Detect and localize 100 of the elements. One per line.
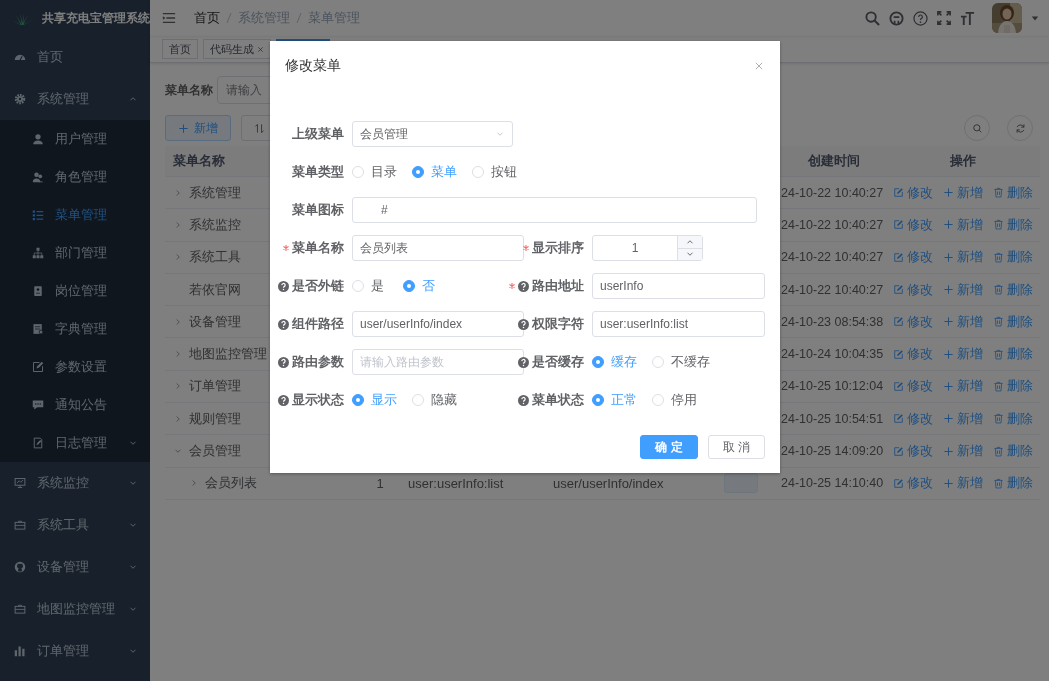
bar-chart-icon bbox=[14, 645, 26, 657]
row-action-link[interactable]: 修改 bbox=[893, 312, 933, 331]
radio-option[interactable]: 停用 bbox=[652, 391, 697, 409]
radio-option[interactable]: 隐藏 bbox=[412, 391, 457, 409]
edit-icon bbox=[893, 413, 904, 425]
table-cell: 24-10-25 14:09:20 bbox=[781, 444, 884, 458]
row-action-link[interactable]: 修改 bbox=[893, 215, 933, 234]
menu-icon bbox=[162, 11, 176, 25]
page-tab[interactable]: 代码生成 bbox=[203, 39, 271, 59]
row-action-link[interactable]: 修改 bbox=[893, 280, 933, 299]
row-action-link[interactable]: 删除 bbox=[993, 474, 1033, 493]
row-action-link[interactable]: 新增 bbox=[943, 345, 983, 364]
input-field[interactable]: 请输入路由参数 bbox=[352, 349, 524, 375]
sidebar-item[interactable]: 订单管理 bbox=[0, 630, 150, 672]
table-cell: 24-10-22 10:40:27 bbox=[781, 250, 884, 265]
sidebar-item[interactable]: 日志管理 bbox=[0, 424, 150, 462]
row-action-link[interactable]: 新增 bbox=[943, 409, 983, 428]
sidebar-item[interactable]: 角色管理 bbox=[0, 158, 150, 196]
field-label: 菜单图标 bbox=[292, 201, 344, 219]
radio-option[interactable]: 显示 bbox=[352, 391, 397, 409]
table-cell: user/userInfo/index bbox=[553, 475, 664, 491]
edit-icon bbox=[893, 348, 904, 360]
help-icon bbox=[278, 280, 289, 292]
field-label: 是否外链 bbox=[292, 277, 344, 295]
parent-menu-select[interactable]: 会员管理 bbox=[352, 121, 513, 147]
row-action-link[interactable]: 删除 bbox=[993, 248, 1033, 267]
sidebar-item[interactable]: 字典管理 bbox=[0, 310, 150, 348]
radio-option[interactable]: 正常 bbox=[592, 391, 637, 409]
radio-option[interactable]: 按钮 bbox=[472, 163, 517, 181]
row-action-link[interactable]: 修改 bbox=[893, 409, 933, 428]
plus-icon bbox=[943, 316, 954, 328]
row-action-link[interactable]: 删除 bbox=[993, 377, 1033, 396]
sidebar-item[interactable]: 系统管理 bbox=[0, 78, 150, 120]
number-input[interactable]: 1 bbox=[592, 235, 703, 261]
table-cell: 24-10-22 10:40:27 bbox=[781, 282, 884, 297]
note-icon bbox=[32, 437, 44, 449]
sidebar-item[interactable]: 岗位管理 bbox=[0, 272, 150, 310]
field-label: 路由地址 bbox=[532, 277, 584, 295]
sidebar-item[interactable]: 系统工具 bbox=[0, 504, 150, 546]
radio-option[interactable]: 缓存 bbox=[592, 353, 637, 371]
radio-option[interactable]: 否 bbox=[403, 277, 439, 295]
row-action-link[interactable]: 新增 bbox=[943, 248, 983, 267]
row-action-link[interactable]: 删除 bbox=[993, 312, 1033, 331]
row-action-link[interactable]: 新增 bbox=[943, 312, 983, 331]
row-action-link[interactable]: 修改 bbox=[893, 248, 933, 267]
row-action-link[interactable]: 修改 bbox=[893, 377, 933, 396]
input-field[interactable]: # bbox=[352, 197, 757, 223]
add-button[interactable]: 新增 bbox=[165, 115, 231, 141]
row-action-link[interactable]: 修改 bbox=[893, 442, 933, 460]
sidebar-item[interactable]: 系统监控 bbox=[0, 462, 150, 504]
cancel-button[interactable]: 取 消 bbox=[707, 435, 765, 459]
sidebar-item[interactable]: 首页 bbox=[0, 36, 150, 78]
row-action-link[interactable]: 新增 bbox=[943, 474, 983, 493]
radio-option[interactable]: 菜单 bbox=[412, 163, 457, 181]
row-action-link[interactable]: 新增 bbox=[943, 215, 983, 234]
edit-icon bbox=[893, 251, 904, 263]
sidebar-item[interactable]: 设备管理 bbox=[0, 546, 150, 588]
radio-option[interactable]: 是 bbox=[352, 277, 388, 295]
table-cell: 系统管理 bbox=[189, 183, 241, 202]
sidebar-item[interactable]: 用户管理 bbox=[0, 120, 150, 158]
row-action-link[interactable]: 新增 bbox=[943, 183, 983, 202]
table-cell: user:userInfo:list bbox=[408, 475, 504, 491]
sidebar-item[interactable]: 通知公告 bbox=[0, 386, 150, 424]
row-action-link[interactable]: 新增 bbox=[943, 442, 983, 460]
edit-icon bbox=[893, 445, 904, 457]
input-field[interactable]: userInfo bbox=[592, 273, 765, 299]
trash-icon bbox=[993, 380, 1004, 392]
row-action-link[interactable]: 修改 bbox=[893, 474, 933, 493]
row-action-link[interactable]: 新增 bbox=[943, 377, 983, 396]
row-action-link[interactable]: 新增 bbox=[943, 280, 983, 299]
sidebar-item[interactable]: 部门管理 bbox=[0, 234, 150, 272]
row-action-link[interactable]: 删除 bbox=[993, 280, 1033, 299]
edit-icon bbox=[893, 477, 904, 489]
help-icon bbox=[518, 356, 529, 368]
radio-option[interactable]: 目录 bbox=[352, 163, 397, 181]
sidebar-item[interactable]: 菜单管理 bbox=[0, 196, 150, 234]
row-action-link[interactable]: 删除 bbox=[993, 183, 1033, 202]
row-action-link[interactable]: 删除 bbox=[993, 442, 1033, 460]
input-field[interactable]: user/userInfo/index bbox=[352, 311, 524, 337]
input-field[interactable]: user:userInfo:list bbox=[592, 311, 765, 337]
table-cell: 24-10-24 10:04:35 bbox=[781, 347, 884, 362]
trash-icon bbox=[993, 477, 1004, 489]
breadcrumb-item[interactable]: 首页 bbox=[194, 9, 220, 27]
sidebar-item[interactable]: 地图监控管理 bbox=[0, 588, 150, 630]
radio-option[interactable]: 不缓存 bbox=[652, 353, 710, 371]
table-cell: 24-10-25 10:54:51 bbox=[781, 411, 884, 426]
field-label: 显示排序 bbox=[532, 239, 584, 257]
row-action-link[interactable]: 删除 bbox=[993, 215, 1033, 234]
table-cell: 地图监控管理 bbox=[189, 345, 267, 364]
row-action-link[interactable]: 删除 bbox=[993, 345, 1033, 364]
confirm-button[interactable]: 确 定 bbox=[640, 435, 698, 459]
row-action-link[interactable]: 修改 bbox=[893, 345, 933, 364]
row-action-link[interactable]: 修改 bbox=[893, 183, 933, 202]
plus-icon bbox=[943, 251, 954, 263]
help-icon bbox=[913, 10, 928, 26]
input-field[interactable]: 会员列表 bbox=[352, 235, 524, 261]
chat-icon bbox=[32, 399, 44, 411]
row-action-link[interactable]: 删除 bbox=[993, 409, 1033, 428]
sidebar-item[interactable]: 参数设置 bbox=[0, 348, 150, 386]
page-tab[interactable]: 首页 bbox=[162, 39, 198, 59]
